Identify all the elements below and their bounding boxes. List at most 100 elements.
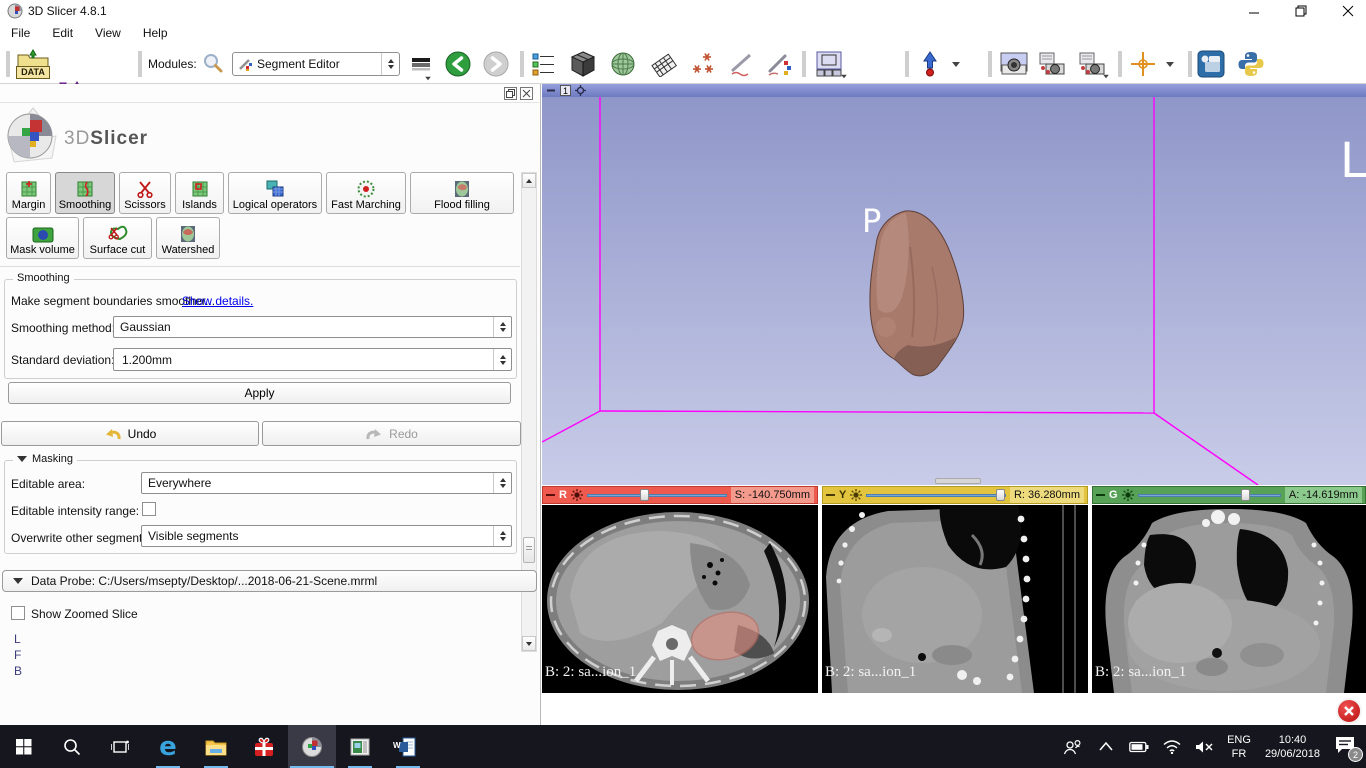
scene-view-menu-button[interactable] bbox=[1074, 50, 1110, 78]
module-back-button[interactable] bbox=[444, 50, 472, 78]
data-probe-header[interactable]: Data Probe: C:/Users/msepty/Desktop/...2… bbox=[2, 570, 537, 592]
pin-icon[interactable] bbox=[826, 491, 835, 499]
module-selector[interactable]: Segment Editor bbox=[232, 52, 400, 76]
tray-expand-chevron-icon[interactable] bbox=[1099, 742, 1113, 751]
slice-offset-value[interactable]: R: 36.280mm bbox=[1010, 487, 1084, 503]
volume-cube-button[interactable] bbox=[568, 50, 598, 78]
file-explorer-taskbar-button[interactable] bbox=[192, 725, 240, 768]
clock[interactable]: 10:40 29/06/2018 bbox=[1265, 733, 1320, 761]
spinbox-arrows[interactable] bbox=[493, 349, 511, 370]
module-search-icon[interactable] bbox=[202, 52, 224, 74]
slice-offset-slider[interactable] bbox=[587, 489, 727, 501]
module-selector-spinner[interactable] bbox=[381, 53, 399, 75]
menu-file[interactable]: File bbox=[0, 24, 41, 42]
taskbar-search-button[interactable] bbox=[48, 725, 96, 768]
gift-app-taskbar-button[interactable] bbox=[240, 725, 288, 768]
subject-hierarchy-button[interactable] bbox=[530, 50, 558, 78]
undo-button[interactable]: Undo bbox=[1, 421, 259, 446]
slice-letter-badge[interactable]: G bbox=[1109, 489, 1118, 501]
slicer-taskbar-button[interactable] bbox=[288, 725, 336, 768]
combo-spinner[interactable] bbox=[493, 317, 511, 337]
module-forward-button[interactable] bbox=[482, 50, 510, 78]
fiducial-dropdown-button[interactable] bbox=[948, 56, 964, 72]
red-slice-view[interactable]: B: 2: sa...ion_1 bbox=[542, 505, 818, 693]
toolbar-grip[interactable] bbox=[1188, 51, 1192, 77]
slice-offset-value[interactable]: A: -14.619mm bbox=[1285, 487, 1362, 503]
model-sphere-button[interactable] bbox=[608, 50, 638, 78]
combo-spinner[interactable] bbox=[493, 526, 511, 546]
scroll-down-button[interactable] bbox=[522, 636, 536, 651]
show-zoomed-slice-checkbox[interactable] bbox=[11, 606, 25, 620]
extensions-manager-button[interactable] bbox=[1196, 49, 1226, 79]
screenshot-button[interactable] bbox=[998, 50, 1030, 78]
redo-button[interactable]: Redo bbox=[262, 421, 521, 446]
slice-visibility-icon[interactable] bbox=[1122, 489, 1134, 501]
fiducial-place-button[interactable] bbox=[918, 50, 942, 78]
pin-icon[interactable] bbox=[546, 491, 555, 499]
slice-letter-badge[interactable]: Y bbox=[839, 489, 846, 501]
toolbar-grip[interactable] bbox=[988, 51, 992, 77]
green-slice-view[interactable]: B: 2: sa...ion_1 bbox=[1092, 505, 1366, 693]
minimize-button[interactable] bbox=[1239, 2, 1269, 20]
slice-letter-badge[interactable]: R bbox=[559, 489, 567, 501]
viewer-app-taskbar-button[interactable] bbox=[336, 725, 384, 768]
threed-view[interactable]: 1 P bbox=[542, 84, 1366, 485]
slice-offset-value[interactable]: S: -140.750mm bbox=[731, 487, 814, 503]
module-history-button[interactable] bbox=[408, 54, 434, 74]
popup-close-button[interactable] bbox=[1336, 698, 1362, 724]
show-details-link[interactable]: Show details. bbox=[182, 294, 253, 308]
battery-icon[interactable] bbox=[1129, 741, 1149, 753]
effect-islands-button[interactable]: Islands bbox=[175, 172, 224, 214]
slider-handle[interactable] bbox=[996, 489, 1005, 501]
yellow-slice-view[interactable]: B: 2: sa...ion_1 bbox=[822, 505, 1088, 693]
transforms-button[interactable] bbox=[648, 50, 678, 78]
pin-icon[interactable] bbox=[1096, 491, 1105, 499]
smoothing-method-combobox[interactable]: Gaussian bbox=[113, 316, 512, 338]
toolbar-grip[interactable] bbox=[802, 51, 806, 77]
ruler-annotation-button[interactable] bbox=[726, 50, 756, 78]
word-taskbar-button[interactable]: W bbox=[384, 725, 432, 768]
task-view-button[interactable] bbox=[96, 725, 144, 768]
threed-view-header[interactable]: 1 bbox=[542, 84, 1366, 97]
language-indicator[interactable]: ENG FR bbox=[1227, 733, 1251, 761]
effect-fast-marching-button[interactable]: Fast Marching bbox=[326, 172, 406, 214]
crosshair-dropdown-button[interactable] bbox=[1162, 56, 1178, 72]
annotations-pen-button[interactable] bbox=[764, 50, 794, 78]
effect-scissors-button[interactable]: Scissors bbox=[119, 172, 171, 214]
wifi-icon[interactable] bbox=[1163, 740, 1181, 754]
scene-view-button[interactable] bbox=[1036, 50, 1068, 78]
slice-offset-slider[interactable] bbox=[1138, 489, 1281, 501]
layout-selector-button[interactable] bbox=[812, 50, 846, 78]
menu-view[interactable]: View bbox=[84, 24, 132, 42]
markups-button[interactable] bbox=[688, 50, 718, 78]
effect-mask-volume-button[interactable]: Mask volume bbox=[6, 217, 79, 259]
python-console-button[interactable] bbox=[1236, 49, 1266, 79]
effect-surface-cut-button[interactable]: Surface cut bbox=[83, 217, 152, 259]
slice-visibility-icon[interactable] bbox=[850, 489, 862, 501]
effect-watershed-button[interactable]: Watershed bbox=[156, 217, 220, 259]
effect-logical-operators-button[interactable]: Logical operators bbox=[228, 172, 322, 214]
toolbar-grip[interactable] bbox=[138, 51, 142, 77]
slider-handle[interactable] bbox=[1241, 489, 1250, 501]
action-center-button[interactable]: 2 bbox=[1334, 735, 1356, 758]
apply-button[interactable]: Apply bbox=[8, 382, 511, 404]
restore-button[interactable] bbox=[1286, 2, 1316, 20]
view-splitter-handle[interactable] bbox=[935, 478, 981, 484]
volume-muted-icon[interactable] bbox=[1195, 740, 1215, 754]
menu-help[interactable]: Help bbox=[132, 24, 179, 42]
segment-3d-mesh[interactable] bbox=[870, 211, 964, 376]
standard-deviation-spinbox[interactable]: 1.200mm bbox=[113, 348, 512, 371]
panel-close-button[interactable] bbox=[520, 87, 533, 100]
menu-edit[interactable]: Edit bbox=[41, 24, 84, 42]
pin-icon[interactable] bbox=[546, 86, 556, 95]
toolbar-grip[interactable] bbox=[6, 51, 10, 77]
scroll-thumb[interactable] bbox=[523, 537, 535, 563]
panel-float-button[interactable] bbox=[504, 87, 517, 100]
people-icon[interactable] bbox=[1063, 739, 1083, 755]
crosshair-button[interactable] bbox=[1128, 50, 1158, 78]
slice-visibility-icon[interactable] bbox=[571, 489, 583, 501]
editable-area-combobox[interactable]: Everywhere bbox=[141, 472, 512, 494]
edge-taskbar-button[interactable]: e bbox=[144, 725, 192, 768]
effect-smoothing-button[interactable]: Smoothing bbox=[55, 172, 115, 214]
close-button[interactable] bbox=[1333, 2, 1363, 20]
